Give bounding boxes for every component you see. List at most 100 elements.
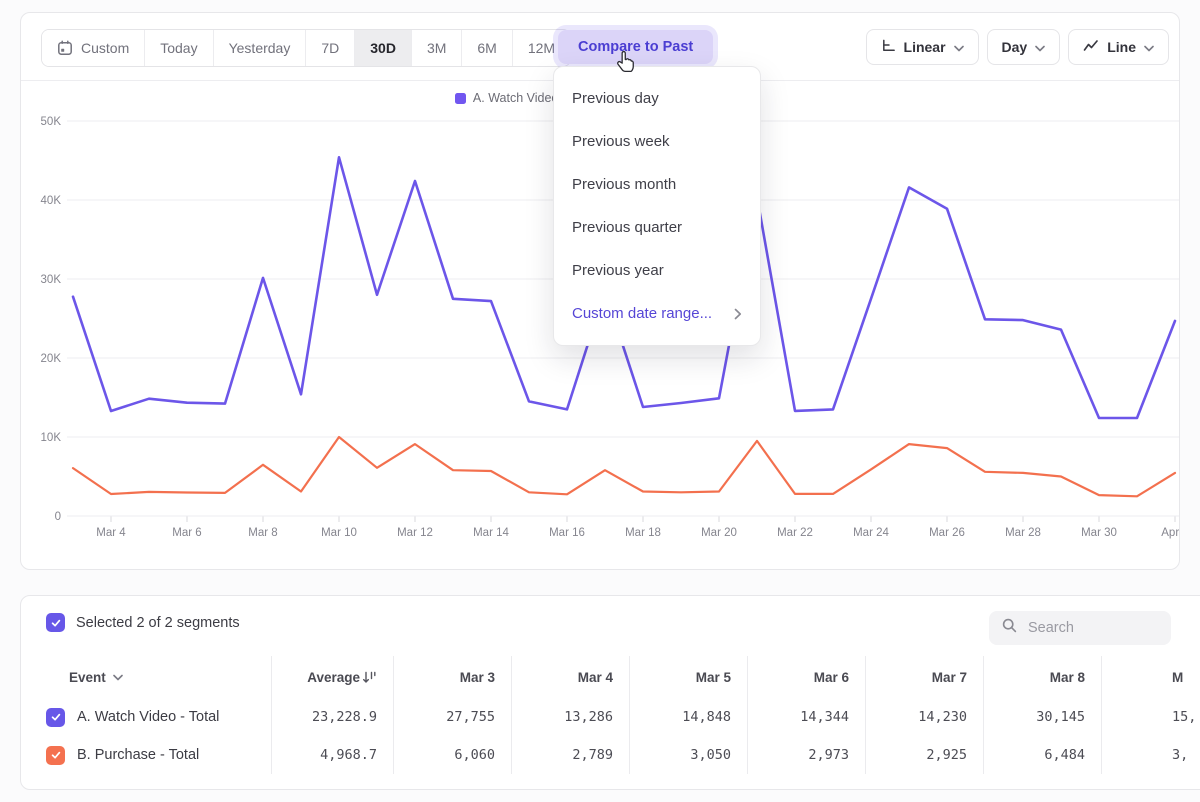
- search-icon: [1001, 617, 1018, 639]
- column-header-mar-3[interactable]: Mar 3: [393, 656, 511, 698]
- column-header-label: Mar 7: [932, 670, 967, 685]
- value-cell: 27,755: [393, 698, 511, 736]
- scale-dropdown[interactable]: Linear: [866, 29, 979, 65]
- menu-item-label: Custom date range...: [572, 305, 712, 322]
- svg-text:50K: 50K: [41, 116, 62, 128]
- range-button-30d[interactable]: 30D: [355, 30, 412, 66]
- range-button-label: Today: [160, 40, 197, 56]
- table-row: B. Purchase - Total 4,968.76,0602,7893,05…: [21, 736, 1200, 774]
- value-cell: 3,050: [629, 736, 747, 774]
- menu-item-previous-quarter[interactable]: Previous quarter: [554, 206, 760, 249]
- range-button-7d[interactable]: 7D: [306, 30, 355, 66]
- value-cell: 3,: [1101, 736, 1200, 774]
- segments-card: Selected 2 of 2 segments Event Average Mar…: [20, 595, 1200, 790]
- value-cell: 14,848: [629, 698, 747, 736]
- chart-type-label: Line: [1107, 39, 1136, 55]
- table-row: A. Watch Video - Total23,228.927,75513,2…: [21, 698, 1200, 736]
- legend-swatch-icon: [455, 93, 466, 104]
- compare-to-past-button[interactable]: Compare to Past: [558, 30, 713, 64]
- svg-text:Mar 28: Mar 28: [1005, 527, 1041, 539]
- search-input[interactable]: [1026, 619, 1160, 637]
- segment-checkbox[interactable]: [46, 708, 65, 727]
- column-header-label: Mar 8: [1050, 670, 1085, 685]
- svg-text:Mar 16: Mar 16: [549, 527, 585, 539]
- interval-label: Day: [1002, 39, 1028, 55]
- range-button-yesterday[interactable]: Yesterday: [214, 30, 307, 66]
- line-chart-icon: [1083, 38, 1099, 56]
- column-header-label: Mar 3: [460, 670, 495, 685]
- range-button-label: Custom: [81, 40, 129, 56]
- range-button-label: 30D: [370, 40, 396, 56]
- menu-item-custom-date-range[interactable]: Custom date range...: [554, 292, 760, 335]
- menu-item-label: Previous week: [572, 133, 670, 150]
- chevron-down-icon: [954, 39, 964, 55]
- column-header-m[interactable]: M: [1101, 656, 1200, 698]
- chart-controls: Linear Day Line: [866, 29, 1169, 65]
- table-header-row: Event Average Mar 3 Mar 4 Mar 5 Mar 6 Mar 7 Mar…: [21, 656, 1200, 698]
- chevron-down-icon: [1035, 39, 1045, 55]
- menu-item-label: Previous year: [572, 262, 664, 279]
- svg-text:Mar 10: Mar 10: [321, 527, 357, 539]
- menu-item-previous-week[interactable]: Previous week: [554, 120, 760, 163]
- calendar-icon: [57, 40, 73, 56]
- menu-item-previous-month[interactable]: Previous month: [554, 163, 760, 206]
- menu-item-previous-year[interactable]: Previous year: [554, 249, 760, 292]
- column-header-label: Mar 5: [696, 670, 731, 685]
- range-button-label: Yesterday: [229, 40, 291, 56]
- value-cell: 13,286: [511, 698, 629, 736]
- column-header-average[interactable]: Average: [271, 656, 393, 698]
- value-cell: 23,228.9: [271, 698, 393, 736]
- select-all-checkbox[interactable]: [46, 613, 65, 632]
- column-header-label: Average: [307, 670, 360, 685]
- svg-text:Mar 12: Mar 12: [397, 527, 433, 539]
- column-header-mar-6[interactable]: Mar 6: [747, 656, 865, 698]
- svg-text:0: 0: [55, 511, 61, 523]
- value-cell: 2,789: [511, 736, 629, 774]
- svg-text:Mar 4: Mar 4: [96, 527, 126, 539]
- column-header-event[interactable]: Event: [21, 670, 271, 685]
- column-header-mar-4[interactable]: Mar 4: [511, 656, 629, 698]
- column-header-label: M: [1172, 670, 1183, 685]
- column-header-mar-5[interactable]: Mar 5: [629, 656, 747, 698]
- value-cell: 4,968.7: [271, 736, 393, 774]
- svg-text:Mar 20: Mar 20: [701, 527, 737, 539]
- range-button-3m[interactable]: 3M: [412, 30, 462, 66]
- segment-checkbox[interactable]: [46, 746, 65, 765]
- menu-item-label: Previous month: [572, 176, 676, 193]
- svg-text:Mar 18: Mar 18: [625, 527, 661, 539]
- selected-segments-label: Selected 2 of 2 segments: [76, 615, 240, 631]
- svg-text:40K: 40K: [41, 195, 62, 207]
- svg-text:30K: 30K: [41, 274, 62, 286]
- value-cell: 30,145: [983, 698, 1101, 736]
- range-button-6m[interactable]: 6M: [462, 30, 512, 66]
- svg-text:20K: 20K: [41, 353, 62, 365]
- select-all-segments[interactable]: Selected 2 of 2 segments: [46, 613, 240, 632]
- svg-text:Mar 24: Mar 24: [853, 527, 889, 539]
- interval-dropdown[interactable]: Day: [987, 29, 1061, 65]
- value-cell: 6,484: [983, 736, 1101, 774]
- segment-search[interactable]: [989, 611, 1171, 645]
- column-header-label: Event: [69, 670, 106, 685]
- column-header-mar-8[interactable]: Mar 8: [983, 656, 1101, 698]
- column-header-mar-7[interactable]: Mar 7: [865, 656, 983, 698]
- range-button-today[interactable]: Today: [145, 30, 213, 66]
- segment-label: B. Purchase - Total: [77, 747, 199, 763]
- range-button-custom[interactable]: Custom: [42, 30, 145, 66]
- segments-table: Event Average Mar 3 Mar 4 Mar 5 Mar 6 Mar 7 Mar…: [21, 656, 1200, 774]
- menu-item-previous-day[interactable]: Previous day: [554, 77, 760, 120]
- column-header-label: Mar 6: [814, 670, 849, 685]
- chevron-right-icon: [734, 308, 742, 320]
- value-cell: 14,344: [747, 698, 865, 736]
- svg-text:10K: 10K: [41, 432, 62, 444]
- value-cell: 6,060: [393, 736, 511, 774]
- chevron-down-icon: [113, 674, 123, 681]
- chart-type-dropdown[interactable]: Line: [1068, 29, 1169, 65]
- value-cell: 2,925: [865, 736, 983, 774]
- linear-axis-icon: [881, 38, 896, 56]
- svg-text:Mar 22: Mar 22: [777, 527, 813, 539]
- date-range-group: Custom Today Yesterday 7D 30D 3M 6M 12M: [41, 29, 571, 67]
- range-button-label: 12M: [528, 40, 555, 56]
- range-button-label: 6M: [477, 40, 496, 56]
- svg-text:Mar 30: Mar 30: [1081, 527, 1117, 539]
- menu-item-label: Previous quarter: [572, 219, 682, 236]
